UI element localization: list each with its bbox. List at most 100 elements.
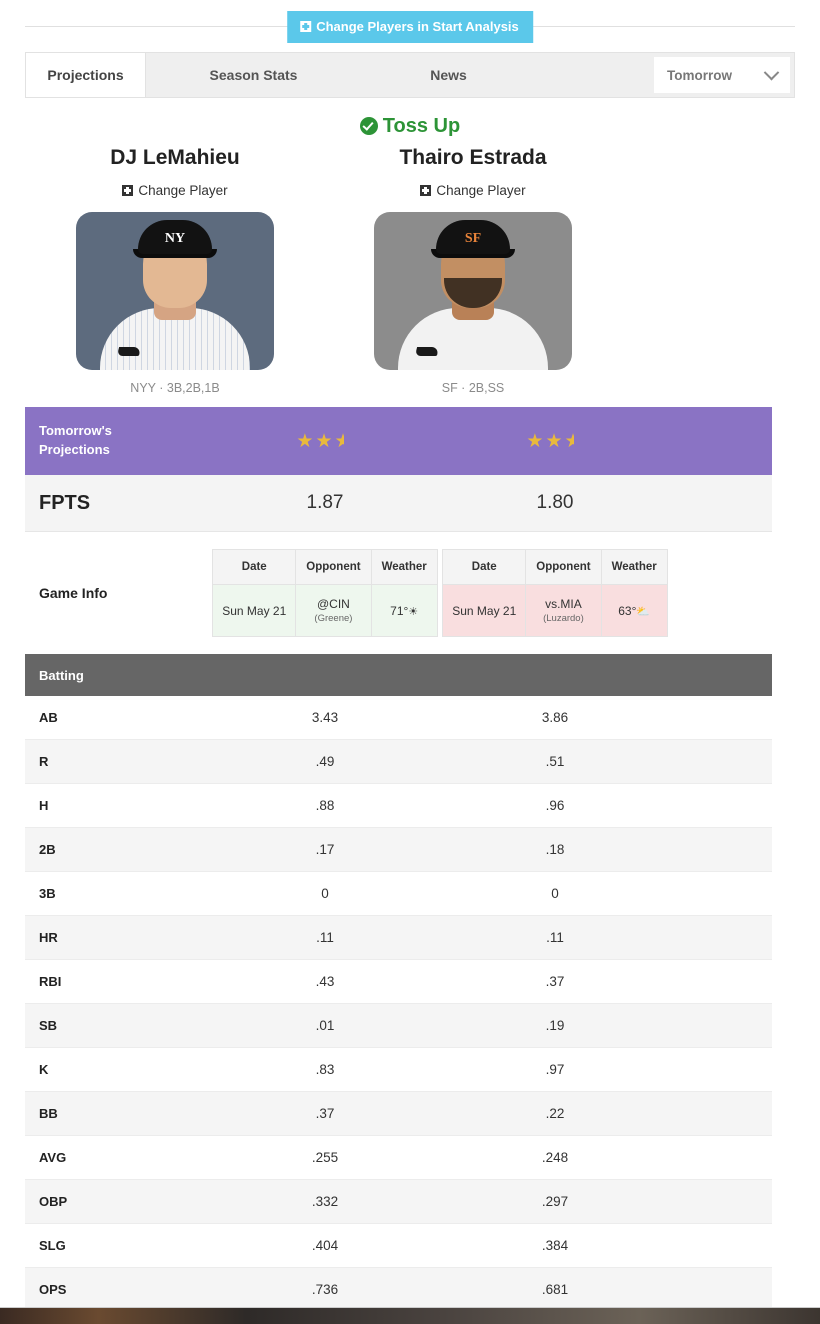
player-team-right: SF · 2B,SS	[441, 380, 505, 395]
stat-row: HR .11 .11	[25, 916, 772, 961]
col-weather: Weather	[600, 549, 668, 586]
stat-row: OPS .736 .681	[25, 1268, 772, 1313]
change-player-label-left: Change Player	[138, 183, 228, 199]
stat-label: AB	[39, 710, 58, 726]
tab-spacer	[536, 53, 654, 97]
star-icon: ★	[315, 430, 335, 452]
stat-row: AB 3.43 3.86	[25, 696, 772, 741]
stat-value-right: .681	[541, 1282, 569, 1298]
stat-value-right: .297	[541, 1194, 569, 1210]
stat-value-left: 3.43	[311, 710, 339, 726]
fpts-row: FPTS 1.87 1.80	[25, 475, 772, 533]
stat-value-right: .51	[545, 754, 565, 770]
stat-value-left: .255	[311, 1150, 339, 1166]
projections-band-line1: Tomorrow's	[39, 423, 112, 439]
stat-value-right: .384	[541, 1238, 569, 1254]
stat-value-right: .97	[545, 1062, 565, 1078]
star-rating-right: ★★★★	[440, 432, 670, 451]
col-opponent: Opponent	[525, 549, 602, 586]
date-select[interactable]: Tomorrow	[654, 57, 790, 93]
stat-label: SB	[39, 1018, 58, 1034]
game-opponent-left: @CIN (Greene)	[295, 584, 372, 638]
player-photo-left: NY	[76, 211, 274, 370]
player-photo-wrap-right: SF	[324, 211, 622, 370]
stat-label: SLG	[39, 1238, 66, 1254]
stat-value-right: .248	[541, 1150, 569, 1166]
stat-row: OBP .332 .297	[25, 1180, 772, 1225]
game-weather-left: 71°☀	[370, 584, 438, 638]
table-header-row: Date Opponent Weather	[212, 549, 438, 586]
game-info-table-left: Date Opponent Weather Sun May 21 @CIN (G…	[212, 549, 438, 638]
opponent-pitcher-right: (Luzardo)	[543, 613, 584, 625]
game-weather-right: 63°⛅	[600, 584, 668, 638]
date-select-value: Tomorrow	[667, 67, 732, 83]
half-star-icon: ★★	[565, 432, 584, 451]
star-icon: ★	[296, 430, 316, 452]
tab-projections-label: Projections	[47, 67, 124, 83]
change-player-label-right: Change Player	[436, 183, 526, 199]
stat-value-left: .83	[315, 1062, 335, 1078]
opponent-abbr-right: vs.MIA	[545, 597, 582, 612]
player-photo-right: SF	[374, 211, 572, 370]
game-info-table-right: Date Opponent Weather Sun May 21 vs.MIA …	[442, 549, 668, 638]
stat-value-left: .01	[315, 1018, 335, 1034]
stat-row: SLG .404 .384	[25, 1224, 772, 1269]
stat-label: H	[39, 798, 49, 814]
batting-rows: AB 3.43 3.86 R .49 .51 H .88 .96 2B .17 .18 3B 0 0 HR .1…	[0, 696, 820, 1313]
stat-label: BB	[39, 1106, 58, 1122]
game-info-cell-right: Date Opponent Weather Sun May 21 vs.MIA …	[440, 549, 670, 638]
table-header-row: Date Opponent Weather	[442, 549, 668, 586]
projections-band-line2: Projections	[39, 442, 110, 458]
player-card-left: DJ LeMahieu Change Player NY NYY · 3B,2B…	[26, 146, 324, 394]
stat-row: K .83 .97	[25, 1048, 772, 1093]
star-icon: ★	[545, 430, 565, 452]
player-card-right: Thairo Estrada Change Player SF SF · 2B,…	[324, 146, 622, 394]
player-photo-wrap-left: NY	[26, 211, 324, 370]
col-opponent: Opponent	[295, 549, 372, 586]
col-weather: Weather	[370, 549, 438, 586]
page-bottom-strip	[0, 1307, 820, 1324]
stat-value-right: .19	[545, 1018, 565, 1034]
stat-value-left: .88	[315, 798, 335, 814]
half-star-icon: ★★	[335, 432, 354, 451]
stat-value-left: .11	[316, 930, 334, 946]
weather-temp-left: 71°	[390, 603, 409, 618]
nike-swoosh-icon	[414, 346, 440, 356]
stat-row: H .88 .96	[25, 784, 772, 829]
stat-value-left: .37	[315, 1106, 335, 1122]
stat-row: R .49 .51	[25, 740, 772, 785]
weather-temp-right: 63°	[618, 603, 637, 618]
opponent-pitcher-left: (Greene)	[314, 613, 353, 625]
stat-row: BB .37 .22	[25, 1092, 772, 1137]
sun-icon: ☀	[408, 605, 419, 618]
opponent-abbr-left: @CIN	[317, 597, 350, 612]
stat-label: OPS	[39, 1282, 67, 1298]
stat-value-left: .404	[311, 1238, 339, 1254]
change-player-button-right[interactable]: Change Player	[324, 184, 622, 198]
tab-news[interactable]: News	[361, 53, 536, 97]
stat-value-right: .18	[545, 842, 565, 858]
stat-value-right: .96	[545, 798, 565, 814]
game-info-row: Game Info Date Opponent Weather Sun May …	[25, 532, 772, 655]
verdict-label: Toss Up	[382, 115, 461, 137]
stat-value-right: 0	[551, 886, 559, 902]
tab-bar: Projections Season Stats News Tomorrow	[25, 52, 795, 98]
tab-news-label: News	[430, 67, 467, 83]
stat-row: 3B 0 0	[25, 872, 772, 917]
change-player-button-left[interactable]: Change Player	[26, 184, 324, 198]
cloud-sun-icon: ⛅	[636, 605, 651, 618]
stat-value-right: 3.86	[541, 710, 569, 726]
star-rating-left: ★★★★	[210, 432, 440, 451]
game-info-cell-left: Date Opponent Weather Sun May 21 @CIN (G…	[210, 549, 440, 638]
tab-season-stats[interactable]: Season Stats	[146, 53, 361, 97]
cap-logo-left: NY	[164, 230, 186, 246]
change-players-button[interactable]: Change Players in Start Analysis	[287, 11, 533, 43]
game-date-right: Sun May 21	[442, 584, 527, 638]
chevron-down-icon	[763, 64, 780, 80]
stat-row: 2B .17 .18	[25, 828, 772, 873]
player-name-left: DJ LeMahieu	[110, 146, 240, 169]
plus-square-icon	[300, 21, 312, 32]
tab-projections[interactable]: Projections	[26, 53, 146, 97]
stat-label: AVG	[39, 1150, 67, 1166]
col-date: Date	[442, 549, 527, 586]
